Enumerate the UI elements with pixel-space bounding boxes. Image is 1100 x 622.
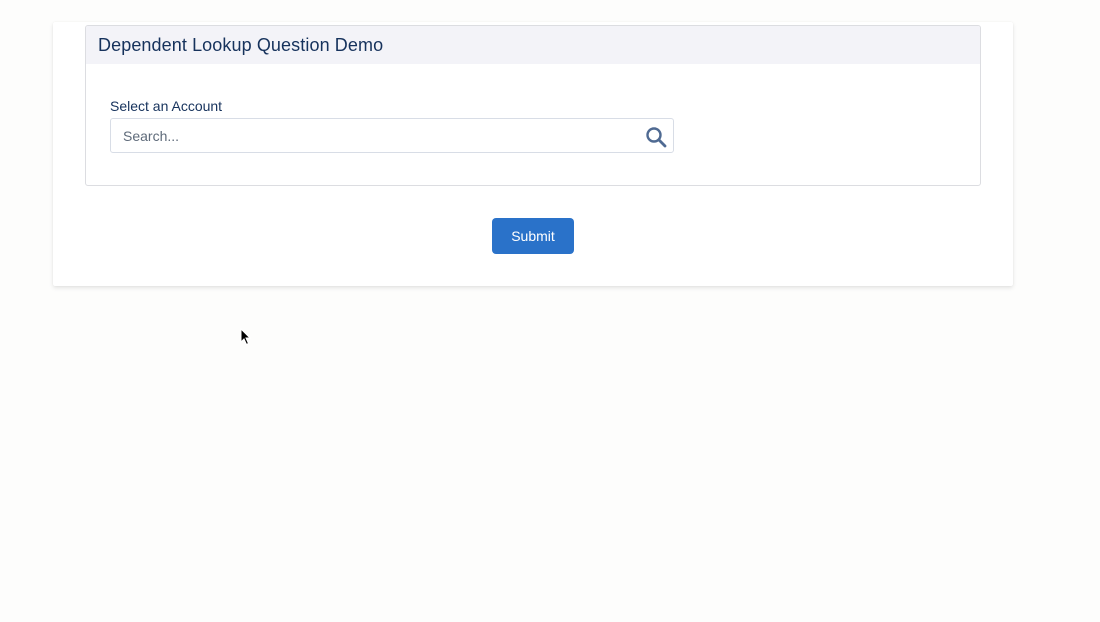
mouse-cursor-icon [240, 327, 252, 346]
account-lookup[interactable] [110, 118, 674, 153]
search-input[interactable] [111, 119, 643, 152]
page-title: Dependent Lookup Question Demo [98, 34, 384, 55]
form-card: Dependent Lookup Question Demo Select an… [53, 22, 1013, 286]
panel-header: Dependent Lookup Question Demo [86, 26, 980, 64]
submit-button[interactable]: Submit [492, 218, 574, 254]
search-icon[interactable] [645, 126, 667, 148]
question-panel: Dependent Lookup Question Demo Select an… [85, 25, 981, 186]
account-field-label: Select an Account [110, 98, 223, 114]
